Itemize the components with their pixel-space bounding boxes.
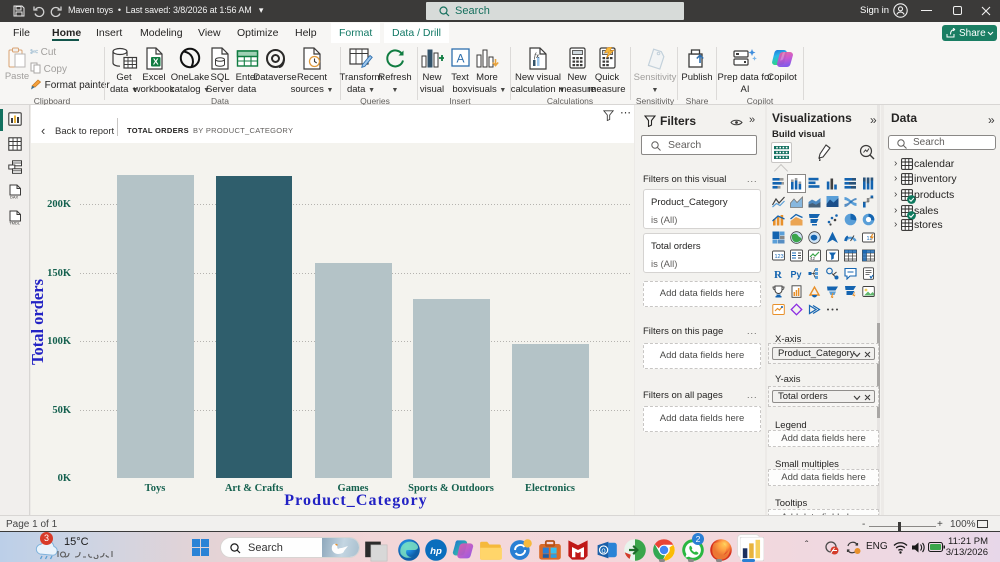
svg-text:o: o (601, 546, 606, 555)
svg-text:R: R (774, 269, 783, 280)
svg-text:42: 42 (810, 256, 816, 261)
svg-text:X: X (153, 57, 159, 67)
svg-text:TMDL: TMDL (9, 221, 21, 226)
svg-text:123: 123 (775, 254, 784, 260)
svg-text:hp: hp (430, 546, 442, 557)
svg-text:fx: fx (534, 52, 540, 60)
svg-text:DAX: DAX (10, 195, 19, 200)
svg-text:Py: Py (791, 270, 802, 280)
